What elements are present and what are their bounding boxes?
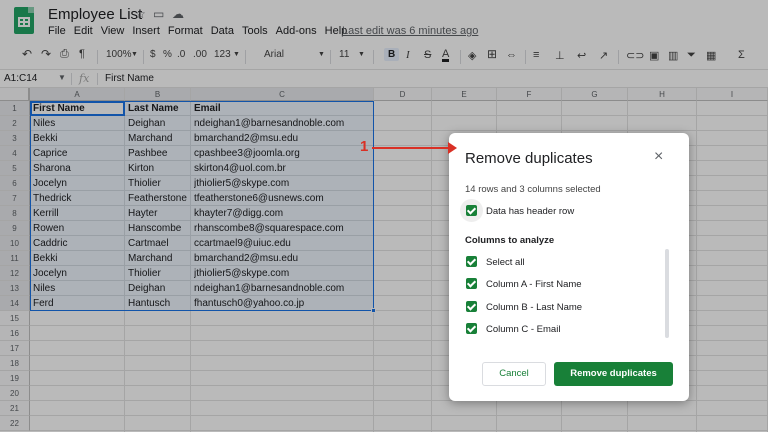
selection-info: 14 rows and 3 columns selected [465,184,601,195]
select-all-checkbox[interactable] [466,256,477,267]
column-b-checkbox[interactable] [466,301,477,312]
column-c-label[interactable]: Column C - Email [486,324,560,335]
remove-duplicates-dialog: Remove duplicates × 14 rows and 3 column… [449,133,689,401]
dialog-scrollbar[interactable] [665,249,669,338]
column-a-label[interactable]: Column A - First Name [486,279,582,290]
column-c-checkbox[interactable] [466,323,477,334]
annotation-arrow-head [448,142,457,154]
header-row-label[interactable]: Data has header row [486,206,574,217]
dialog-title: Remove duplicates [465,150,593,167]
cancel-button[interactable]: Cancel [482,362,546,386]
column-a-checkbox[interactable] [466,278,477,289]
annotation-number: 1 [360,138,369,155]
column-b-label[interactable]: Column B - Last Name [486,302,582,313]
select-all-label[interactable]: Select all [486,257,525,268]
annotation-arrow-line [372,147,450,149]
close-icon[interactable]: × [654,148,663,166]
header-row-checkbox[interactable] [466,205,477,216]
remove-duplicates-button[interactable]: Remove duplicates [554,362,673,386]
columns-to-analyze-heading: Columns to analyze [465,235,555,246]
